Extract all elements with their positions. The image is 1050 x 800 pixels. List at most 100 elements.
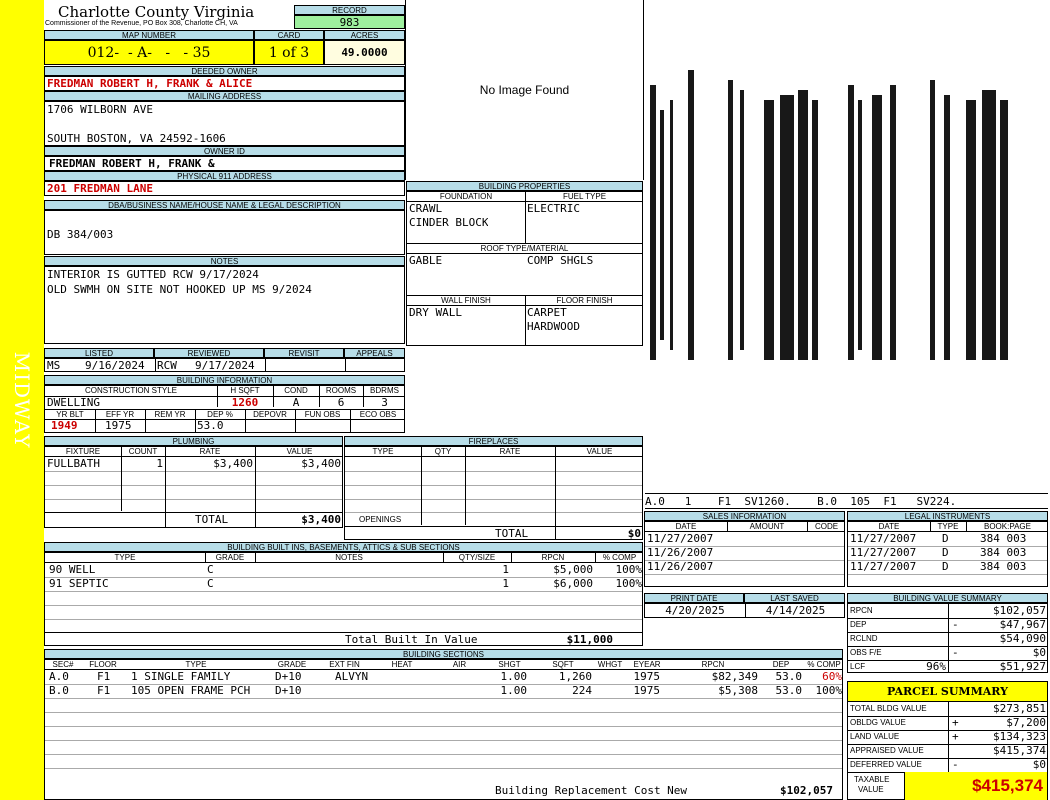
plumbing-header-fixture: FIXTURE <box>65 447 101 456</box>
mailing-address-label: MAILING ADDRESS <box>44 91 405 101</box>
plumbing-header-rate: RATE <box>199 447 221 456</box>
sec-1-rpcn: $82,349 <box>711 670 758 683</box>
parcel-summary: PARCEL SUMMARY TOTAL BLDG VALUE $273,851… <box>847 681 1048 800</box>
legal-book-3: 384 003 <box>980 560 1027 573</box>
sec-2-rpcn: $5,308 <box>718 684 758 697</box>
no-image-text: No Image Found <box>479 83 570 97</box>
taxable-label-1: TAXABLE <box>854 775 890 784</box>
parcel-deferred: $0 <box>1032 758 1046 771</box>
legal-date-3: 11/27/2007 <box>850 560 917 573</box>
builtins-header-notes: NOTES <box>335 553 363 562</box>
legal-type-2: D <box>942 546 949 559</box>
fireplace-total-label: TOTAL <box>495 527 529 540</box>
record-label: RECORD <box>294 5 405 15</box>
vs-lcf-pct: 96% <box>926 660 946 673</box>
rcn-label: Building Replacement Cost New <box>495 784 688 797</box>
sec-1-type: 1 SINGLE FAMILY <box>131 670 231 683</box>
builtin-grade-1: C <box>207 563 214 576</box>
sections-table: SEC# FLOOR TYPE GRADE EXT FIN HEAT AIR S… <box>44 659 843 800</box>
rcn-value: $102,057 <box>780 784 833 797</box>
fireplace-header-qty: QTY <box>434 447 452 456</box>
bedrooms: 3 <box>381 396 388 409</box>
parcel-appraised: $415,374 <box>993 744 1046 757</box>
floor-finish-2: HARDWOOD <box>527 320 580 333</box>
fireplaces-table: TYPE QTY RATE VALUE OPENINGS TOTAL $0 <box>344 446 643 540</box>
floor-finish-1: CARPET <box>527 306 567 319</box>
sec-2-floor: F1 <box>97 684 111 697</box>
plumbing-header-count: COUNT <box>128 447 158 456</box>
mailing-address: 1706 WILBORN AVE SOUTH BOSTON, VA 24592-… <box>44 101 405 146</box>
map-label: MAP NUMBER <box>44 30 254 40</box>
last-saved-label: LAST SAVED <box>744 593 845 603</box>
heated-sqft: 1260 <box>231 396 259 409</box>
sales-header-code: CODE <box>814 522 839 531</box>
legal-header-date: DATE <box>878 522 900 531</box>
style-label: CONSTRUCTION STYLE <box>84 386 177 395</box>
sec-header-type: TYPE <box>185 660 207 669</box>
depreciation: 53.0 <box>197 419 224 432</box>
rooms: 6 <box>337 396 345 409</box>
section-row-line <box>45 768 842 769</box>
section-row-line <box>45 740 842 741</box>
sale-date-3: 11/26/2007 <box>647 560 714 573</box>
map-number: 012- - A- - - 35 <box>44 40 254 65</box>
mailing-line-2: SOUTH BOSTON, VA 24592-1606 <box>47 132 226 145</box>
print-date: 4/20/2025 <box>665 604 725 617</box>
sale-date-1: 11/27/2007 <box>647 532 714 545</box>
taxable-label-2: VALUE <box>858 785 884 794</box>
sec-header-eyear: EYEAR <box>633 660 661 669</box>
parcel-obldg-label: OBLDG VALUE <box>850 718 906 727</box>
print-date-label: PRINT DATE <box>644 593 744 603</box>
sec-2-dep: 53.0 <box>775 684 803 697</box>
vs-rclnd: $54,090 <box>999 632 1046 645</box>
physical-address-label: PHYSICAL 911 ADDRESS <box>44 171 405 181</box>
funobs-label: FUN OBS <box>304 410 341 419</box>
owner-id: FREDMAN ROBERT H, FRANK & <box>44 156 405 171</box>
sec-1-sqft: 1,260 <box>558 670 592 683</box>
plumbing-fixture: FULLBATH <box>47 457 100 470</box>
builtins-table: TYPE GRADE NOTES QTY/SIZE RPCN % COMP 90… <box>44 552 643 646</box>
appeals-label: APPEALS <box>344 348 405 358</box>
sec-2-eyear: 1975 <box>633 684 661 697</box>
roof-material: COMP SHGLS <box>527 254 594 267</box>
effective-year: 1975 <box>105 419 132 432</box>
legal-book-2: 384 003 <box>980 546 1027 559</box>
plumbing-total-label: TOTAL <box>195 513 229 526</box>
effyr-label: EFF YR <box>105 410 135 419</box>
builtins-header-qty: QTY/SIZE <box>458 553 496 562</box>
sec-2-sqft: 224 <box>572 684 592 697</box>
fireplace-header-type: TYPE <box>372 447 394 456</box>
roof-label: ROOF TYPE/MATERIAL <box>480 244 569 253</box>
card-label: CARD <box>254 30 324 40</box>
value-summary-label: BUILDING VALUE SUMMARY <box>847 593 1048 603</box>
building-info-box: CONSTRUCTION STYLE H SQFT COND ROOMS BDR… <box>44 385 405 433</box>
fireplaces-label: FIREPLACES <box>344 436 643 446</box>
photo-area: No Image Found <box>405 0 644 180</box>
plumbing-label: PLUMBING <box>44 436 343 446</box>
vs-rpcn-label: RPCN <box>850 606 873 615</box>
plumbing-rate: $3,400 <box>213 457 253 470</box>
sec-header-sec: SEC# <box>52 660 74 669</box>
sec-1-grade: D+10 <box>275 670 302 683</box>
legal-desc-label: DBA/BUSINESS NAME/HOUSE NAME & LEGAL DES… <box>44 200 405 210</box>
sales-table: DATE AMOUNT CODE 11/27/2007 11/26/2007 1… <box>644 521 845 587</box>
sec-1-comp: 60% <box>822 670 842 683</box>
remyr-label: REM YR <box>154 410 186 419</box>
sec-1-dep: 53.0 <box>775 670 803 683</box>
legal-type-3: D <box>942 560 949 573</box>
sec-header-comp: % COMP <box>807 660 841 669</box>
sec-header-heat: HEAT <box>391 660 413 669</box>
parcel-deferred-label: DEFERRED VALUE <box>850 760 922 769</box>
dep-label: DEP % <box>207 410 233 419</box>
bdrms-label: BDRMS <box>370 386 399 395</box>
rooms-label: ROOMS <box>325 386 357 395</box>
sections-label: BUILDING SECTIONS <box>44 649 843 659</box>
condition: A <box>292 396 300 409</box>
vs-obs: $0 <box>1032 646 1046 659</box>
parcel-appraised-label: APPRAISED VALUE <box>850 746 924 755</box>
year-built: 1949 <box>51 419 78 432</box>
section-row-line <box>45 698 842 699</box>
plumbing-table: FIXTURE COUNT RATE VALUE FULLBATH 1 $3,4… <box>44 446 343 528</box>
divider <box>345 359 346 371</box>
sec-1-floor: F1 <box>97 670 111 683</box>
